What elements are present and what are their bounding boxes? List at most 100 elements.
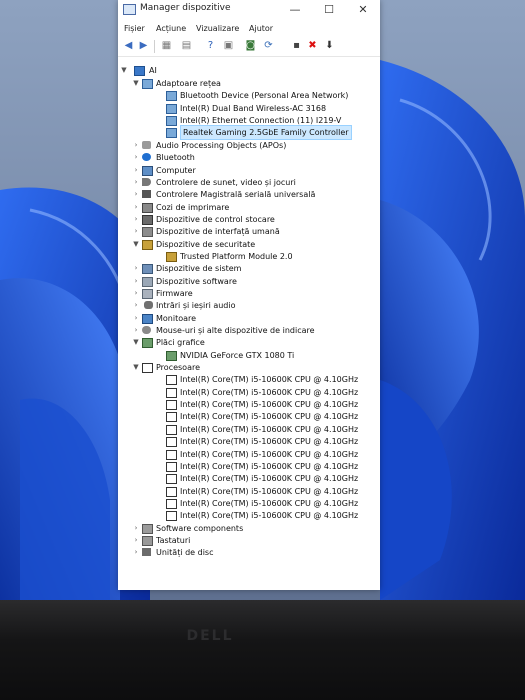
display-adapter-icon bbox=[142, 338, 153, 349]
chevron-right-icon[interactable]: › bbox=[132, 324, 140, 337]
chevron-down-icon[interactable]: ▼ bbox=[132, 238, 140, 251]
tree-item-label: Controlere de sunet, video și jocuri bbox=[156, 177, 296, 187]
tree-item-label: Trusted Platform Module 2.0 bbox=[180, 251, 293, 261]
tree-item-label: Procesoare bbox=[156, 363, 201, 373]
back-icon[interactable]: ◀ bbox=[122, 40, 135, 52]
tree-item-label: Tastaturi bbox=[156, 535, 191, 545]
menu-help[interactable]: Ajutor bbox=[249, 24, 273, 33]
tree-item-label: Intel(R) Core(TM) i5-10600K CPU @ 4.10GH… bbox=[180, 486, 359, 496]
sound-icon bbox=[142, 177, 151, 186]
network-adapter-icon bbox=[166, 91, 177, 102]
maximize-button[interactable]: ☐ bbox=[312, 0, 346, 20]
tree-item-label: Intel(R) Core(TM) i5-10600K CPU @ 4.10GH… bbox=[180, 424, 359, 434]
tree-item-label: Intel(R) Core(TM) i5-10600K CPU @ 4.10GH… bbox=[180, 400, 359, 410]
tree-item-label: Unități de disc bbox=[156, 548, 214, 558]
processor-icon bbox=[166, 400, 177, 411]
scan-icon[interactable]: ▤ bbox=[180, 40, 193, 52]
brand-logo: DELL bbox=[186, 628, 234, 644]
device-tree[interactable]: ▼ AI ▼ Adaptoare rețea Bluetooth Device (P… bbox=[118, 58, 380, 590]
monitor-icon bbox=[142, 313, 153, 324]
tree-item-label: Intel(R) Core(TM) i5-10600K CPU @ 4.10GH… bbox=[180, 387, 359, 397]
network-adapter-icon bbox=[142, 79, 153, 89]
chevron-right-icon[interactable]: › bbox=[132, 188, 140, 201]
chevron-right-icon[interactable]: › bbox=[132, 546, 140, 559]
network-adapter-icon bbox=[166, 116, 177, 126]
chevron-right-icon[interactable]: › bbox=[132, 262, 140, 275]
chevron-right-icon[interactable]: › bbox=[132, 522, 140, 535]
chevron-right-icon[interactable]: › bbox=[132, 534, 140, 547]
toolbar: ◀ ▶ ▦ ▤ ? ▣ ◙ ⟳ ▪ ✖ ⬇ bbox=[118, 37, 380, 57]
tree-item-label: Audio Processing Objects (APOs) bbox=[156, 140, 287, 150]
processor-icon bbox=[166, 474, 177, 485]
chevron-right-icon[interactable]: › bbox=[132, 275, 140, 288]
computer-icon bbox=[142, 165, 153, 176]
software-icon bbox=[142, 276, 153, 287]
tree-item-label: Intel(R) Core(TM) i5-10600K CPU @ 4.10GH… bbox=[180, 498, 359, 508]
driver-icon[interactable]: ▣ bbox=[222, 40, 235, 52]
tree-item-label: Intel(R) Core(TM) i5-10600K CPU @ 4.10GH… bbox=[180, 412, 359, 422]
computer-icon bbox=[134, 66, 145, 76]
disable-icon[interactable]: ▪ bbox=[290, 40, 303, 52]
chevron-right-icon[interactable]: › bbox=[132, 225, 140, 238]
tree-item-label: Bluetooth Device (Personal Area Network) bbox=[180, 91, 349, 101]
processor-icon bbox=[166, 461, 177, 472]
tree-item-label: NVIDIA GeForce GTX 1080 Ti bbox=[180, 350, 295, 360]
chevron-right-icon[interactable]: › bbox=[132, 176, 140, 189]
minimize-button[interactable]: — bbox=[278, 0, 312, 20]
chevron-down-icon[interactable]: ▼ bbox=[132, 361, 140, 374]
tree-item-label: Cozi de imprimare bbox=[156, 202, 230, 212]
tree-item-label: Intel(R) Core(TM) i5-10600K CPU @ 4.10GH… bbox=[180, 461, 359, 471]
menu-file[interactable]: Fișier bbox=[124, 24, 145, 33]
device-manager-window: Manager dispozitive — ☐ ✕ Fișier Acțiune… bbox=[118, 0, 380, 590]
system-icon bbox=[142, 264, 153, 275]
chevron-right-icon[interactable]: › bbox=[132, 151, 140, 164]
close-button[interactable]: ✕ bbox=[346, 0, 380, 20]
disk-drive-icon bbox=[142, 548, 151, 557]
title-bar[interactable]: Manager dispozitive — ☐ ✕ bbox=[118, 0, 380, 20]
menu-view[interactable]: Vizualizare bbox=[196, 24, 239, 33]
chevron-right-icon[interactable]: › bbox=[132, 139, 140, 152]
help-icon[interactable]: ? bbox=[204, 40, 217, 52]
security-icon bbox=[142, 239, 153, 250]
audio-icon bbox=[142, 140, 151, 149]
chevron-right-icon[interactable]: › bbox=[132, 201, 140, 214]
chevron-right-icon[interactable]: › bbox=[132, 164, 140, 177]
processor-icon bbox=[166, 449, 177, 460]
tree-item-label: Dispozitive de control stocare bbox=[156, 214, 275, 224]
printer-icon bbox=[142, 202, 153, 213]
usb-icon bbox=[142, 190, 151, 199]
chevron-down-icon[interactable]: ▼ bbox=[132, 77, 140, 90]
update-driver-icon[interactable]: ⟳ bbox=[262, 40, 275, 52]
processor-icon bbox=[166, 412, 177, 423]
microphone-icon bbox=[144, 301, 153, 310]
properties-icon[interactable]: ▦ bbox=[160, 40, 173, 52]
tree-item-label: Dispozitive de securitate bbox=[156, 239, 256, 249]
processor-icon bbox=[166, 375, 177, 386]
chevron-right-icon[interactable]: › bbox=[132, 312, 140, 325]
tree-item-label: Intel(R) Dual Band Wireless-AC 3168 bbox=[180, 103, 327, 113]
tree-item-label: Intel(R) Core(TM) i5-10600K CPU @ 4.10GH… bbox=[180, 449, 359, 459]
monitor-icon[interactable]: ◙ bbox=[244, 40, 257, 52]
processor-icon bbox=[166, 498, 177, 509]
mouse-icon bbox=[142, 326, 151, 334]
chevron-right-icon[interactable]: › bbox=[132, 287, 140, 300]
uninstall-icon[interactable]: ✖ bbox=[306, 40, 319, 52]
tree-item-label: Intel(R) Core(TM) i5-10600K CPU @ 4.10GH… bbox=[180, 511, 359, 521]
firmware-icon bbox=[142, 288, 153, 299]
menu-bar: Fișier Acțiune Vizualizare Ajutor bbox=[118, 22, 380, 36]
menu-action[interactable]: Acțiune bbox=[156, 24, 186, 33]
chevron-right-icon[interactable]: › bbox=[132, 299, 140, 312]
forward-icon[interactable]: ▶ bbox=[137, 40, 150, 52]
network-adapter-icon bbox=[166, 103, 177, 114]
tree-item-label: Dispozitive de sistem bbox=[156, 264, 242, 274]
tree-item-label: Intel(R) Core(TM) i5-10600K CPU @ 4.10GH… bbox=[180, 437, 359, 447]
tree-item-label: Adaptoare rețea bbox=[156, 79, 221, 88]
tree-item-label: Software components bbox=[156, 523, 244, 533]
download-icon[interactable]: ⬇ bbox=[323, 40, 336, 52]
chevron-down-icon[interactable]: ▼ bbox=[132, 336, 140, 349]
tree-item-label: Intel(R) Core(TM) i5-10600K CPU @ 4.10GH… bbox=[180, 474, 359, 484]
chevron-right-icon[interactable]: › bbox=[132, 213, 140, 226]
tree-item-label: Computer bbox=[156, 165, 196, 175]
processor-icon bbox=[166, 387, 177, 398]
hid-icon bbox=[142, 227, 153, 238]
